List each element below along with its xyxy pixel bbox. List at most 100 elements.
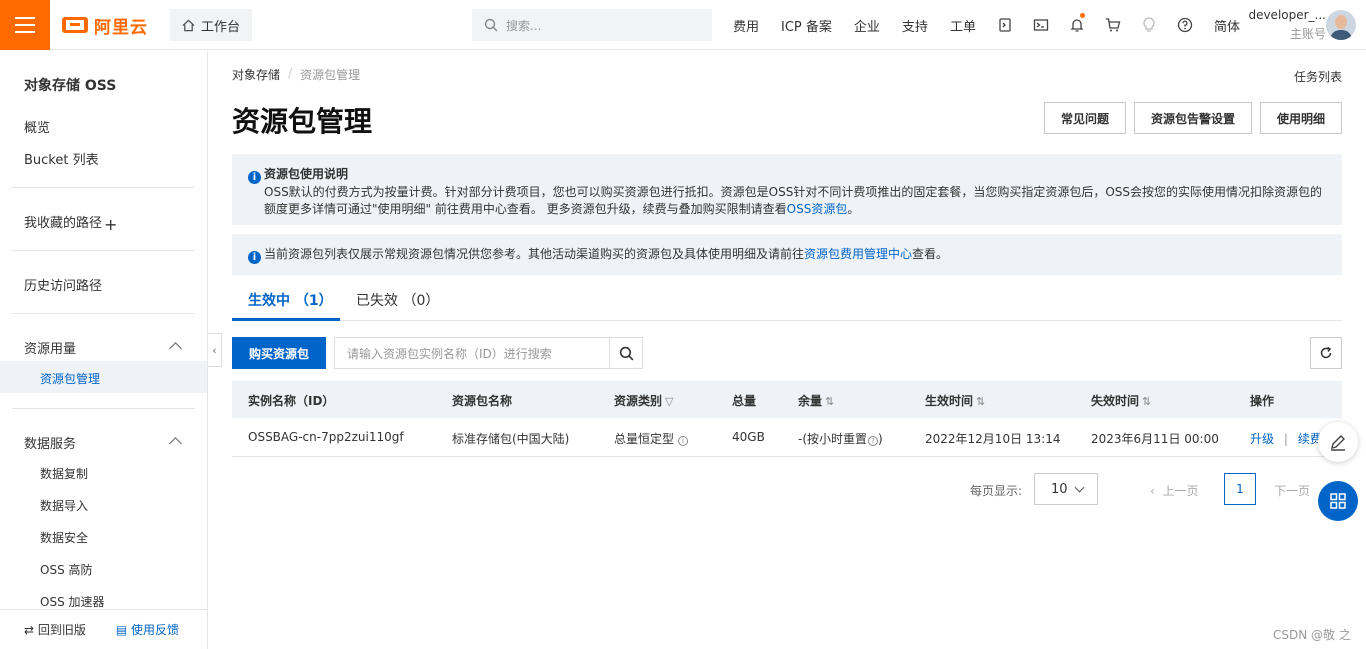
- chevron-up-icon[interactable]: [169, 437, 182, 450]
- feedback-link[interactable]: ▤ 使用反馈: [116, 621, 179, 638]
- tab-active[interactable]: 生效中 （1）: [248, 290, 333, 310]
- prev-page-button[interactable]: ‹ 上一页: [1150, 482, 1198, 499]
- page-size-select[interactable]: 10: [1034, 473, 1098, 505]
- status-tabs: 生效中 （1） 已失效 （0）: [232, 282, 1342, 321]
- breadcrumb-separator: /: [288, 66, 293, 80]
- cart-icon[interactable]: [1095, 0, 1131, 50]
- cell-remain-label: -(按小时重置: [798, 432, 868, 446]
- notification-dot: [1079, 13, 1085, 18]
- sort-icon[interactable]: ⇅: [1142, 395, 1151, 408]
- notice2-body: 当前资源包列表仅展示常规资源包情况供您参考。其他活动渠道购买的资源包及具体使用明…: [264, 247, 805, 261]
- sidebar-group-data-services[interactable]: 数据服务: [24, 433, 76, 452]
- sidebar-item-favorites[interactable]: 我收藏的路径: [24, 212, 102, 231]
- nav-ticket[interactable]: 工单: [939, 0, 987, 50]
- col-start-time[interactable]: 生效时间 ⇅: [925, 392, 985, 409]
- sidebar-item-resource-pkg-label: 资源包管理: [40, 372, 101, 386]
- col-start-time-label: 生效时间: [925, 394, 974, 408]
- action-separator: |: [1283, 432, 1288, 446]
- bell-icon[interactable]: [1059, 0, 1095, 50]
- nav-icp[interactable]: ICP 备案: [770, 0, 843, 50]
- buy-package-button[interactable]: 购买资源包: [232, 337, 326, 369]
- sidebar-item-data-copy[interactable]: 数据复制: [40, 465, 88, 482]
- sidebar-item-oss-accel[interactable]: OSS 加速器: [40, 593, 105, 610]
- sidebar-item-overview[interactable]: 概览: [24, 117, 50, 136]
- col-end-time[interactable]: 失效时间 ⇅: [1091, 392, 1151, 409]
- nav-support[interactable]: 支持: [891, 0, 939, 50]
- sidebar-item-bucket-list[interactable]: Bucket 列表: [24, 149, 99, 168]
- next-page-button[interactable]: 下一页: [1274, 482, 1310, 499]
- help-icon[interactable]: ?: [868, 436, 879, 446]
- table-header: 实例名称（ID） 资源包名称 资源类别 ▽ 总量 余量 ⇅ 生效时间 ⇅ 失效时间 ⇅ …: [232, 381, 1342, 418]
- cell-remain: -(按小时重置?): [798, 430, 883, 447]
- help-icon[interactable]: i: [678, 436, 689, 446]
- chevron-down-icon: [1074, 482, 1085, 493]
- cloud-shell-icon[interactable]: [987, 0, 1023, 50]
- current-page[interactable]: 1: [1224, 473, 1256, 505]
- tab-underline: [232, 318, 340, 321]
- breadcrumb-root[interactable]: 对象存储: [232, 66, 280, 83]
- edit-icon: [1331, 435, 1345, 451]
- sidebar-item-resource-pkg[interactable]: [0, 361, 207, 393]
- avatar[interactable]: [1326, 10, 1356, 40]
- cell-actions: 升级 | 续费: [1250, 430, 1322, 447]
- aliyun-logo[interactable]: 阿里云: [62, 14, 148, 38]
- notice-title: 资源包使用说明: [264, 167, 349, 181]
- oss-pkg-link[interactable]: OSS资源包: [787, 202, 848, 216]
- cell-instance-id: OSSBAG-cn-7pp2zui110gf: [248, 430, 404, 444]
- sidebar-divider: [12, 408, 195, 409]
- breadcrumb: 对象存储 / 资源包管理: [232, 66, 360, 83]
- workbench-button[interactable]: 工作台: [170, 9, 253, 41]
- tab-expired[interactable]: 已失效 （0）: [356, 290, 439, 310]
- nav-enterprise[interactable]: 企业: [843, 0, 891, 50]
- col-instance-id: 实例名称（ID）: [248, 394, 335, 408]
- notice2-end: 查看。: [912, 247, 949, 261]
- sort-icon[interactable]: ⇅: [825, 395, 834, 408]
- sidebar-item-data-import[interactable]: 数据导入: [40, 497, 88, 514]
- usage-details-button[interactable]: 使用明细: [1260, 102, 1342, 134]
- add-favorite-icon[interactable]: +: [104, 215, 117, 234]
- package-search-input[interactable]: 请输入资源包实例名称（ID）进行搜索: [334, 337, 610, 369]
- edit-float-button[interactable]: [1318, 422, 1358, 462]
- apps-float-button[interactable]: [1318, 481, 1358, 521]
- logo-text: 阿里云: [94, 17, 148, 38]
- sidebar-collapse-handle[interactable]: ‹: [208, 333, 222, 367]
- back-to-old-version[interactable]: ⇄ 回到旧版: [24, 621, 86, 638]
- info-icon: i: [248, 171, 261, 184]
- billing-center-link[interactable]: 资源包费用管理中心: [804, 247, 912, 261]
- help-icon[interactable]: [1167, 0, 1203, 50]
- cell-resource-type: 总量恒定型 i: [614, 430, 689, 447]
- sidebar-title: 对象存储 OSS: [24, 78, 117, 94]
- upgrade-link[interactable]: 升级: [1250, 432, 1274, 446]
- search-icon: [619, 346, 633, 360]
- col-resource-type[interactable]: 资源类别 ▽: [614, 392, 673, 409]
- global-search[interactable]: 搜索...: [472, 9, 712, 41]
- faq-button[interactable]: 常见问题: [1044, 102, 1126, 134]
- search-placeholder: 搜索...: [506, 18, 542, 33]
- col-resource-type-label: 资源类别: [614, 394, 663, 408]
- col-remain[interactable]: 余量 ⇅: [798, 392, 834, 409]
- package-search-button[interactable]: [609, 337, 643, 369]
- task-list-link[interactable]: 任务列表: [1294, 68, 1342, 85]
- cell-start-time: 2022年12月10日 13:14: [925, 432, 1061, 446]
- alert-settings-button[interactable]: 资源包告警设置: [1134, 102, 1252, 134]
- sidebar-group-resource-usage[interactable]: 资源用量: [24, 338, 76, 357]
- filter-icon[interactable]: ▽: [665, 395, 673, 408]
- chevron-up-icon[interactable]: [169, 342, 182, 355]
- sidebar-item-history[interactable]: 历史访问路径: [24, 275, 102, 294]
- sidebar-divider: [12, 313, 195, 314]
- col-end-time-label: 失效时间: [1091, 394, 1140, 408]
- menu-button[interactable]: [0, 0, 50, 50]
- logo-icon: [62, 17, 88, 33]
- refresh-button[interactable]: [1310, 337, 1342, 369]
- user-info[interactable]: developer_... 主账号: [1230, 8, 1326, 42]
- lightbulb-icon[interactable]: [1131, 0, 1167, 50]
- grid-icon: [1330, 493, 1346, 509]
- sidebar: 对象存储 OSS 概览 Bucket 列表 我收藏的路径 + 历史访问路径 资源…: [0, 51, 208, 649]
- search-icon: [484, 18, 498, 32]
- sidebar-item-oss-ddos[interactable]: OSS 高防: [40, 561, 93, 578]
- sidebar-item-data-security[interactable]: 数据安全: [40, 529, 88, 546]
- sort-icon[interactable]: ⇅: [976, 395, 985, 408]
- nav-billing[interactable]: 费用: [722, 0, 770, 50]
- col-package-name: 资源包名称: [452, 394, 513, 408]
- terminal-icon[interactable]: [1023, 0, 1059, 50]
